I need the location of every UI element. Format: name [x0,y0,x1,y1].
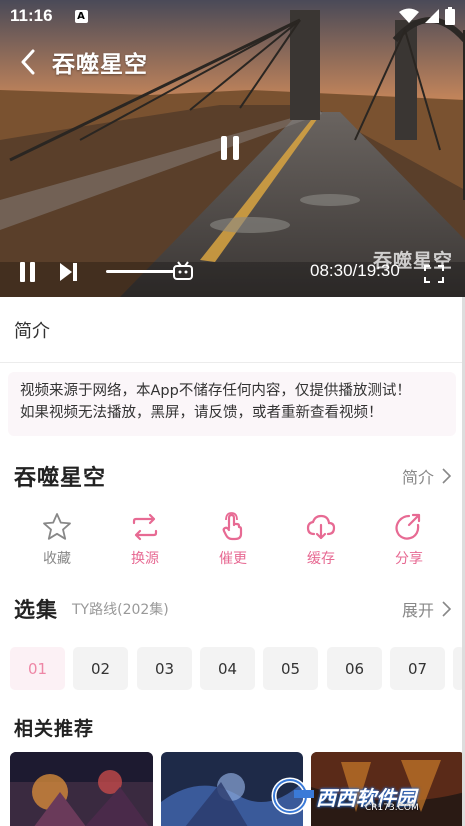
star-icon [43,513,71,540]
action-label: 分享 [395,551,423,567]
chevron-right-icon [442,601,451,617]
danmaku-icon[interactable] [172,261,194,281]
action-label: 催更 [219,551,247,567]
episode-button[interactable]: 04 [200,647,255,690]
episode-button[interactable]: 06 [327,647,382,690]
share-button[interactable]: 分享 [379,512,439,572]
episodes-header: 选集 TY路线(202集) 展开 [0,592,465,626]
battery-icon [445,7,455,25]
switch-icon [132,513,158,541]
episode-button[interactable]: 02 [73,647,128,690]
back-button[interactable] [6,40,50,84]
site-logo-icon [271,777,314,815]
pause-bar [30,262,35,282]
action-bar: 收藏 换源 催更 缓存 分享 [0,512,465,572]
fullscreen-icon[interactable] [424,265,444,283]
status-bar: 11:16 A [0,0,465,32]
show-intro-label: 简介 [401,468,434,487]
progress-bar[interactable] [106,270,174,273]
next-episode-icon[interactable] [58,261,78,283]
status-time: 11:16 [10,6,53,25]
player-controls: 08:30/19:30 [0,252,465,290]
expand-episodes-button[interactable]: 展开 [402,597,451,621]
episode-button[interactable]: 07 [390,647,445,690]
notification-icon: A [74,9,88,23]
notice-line: 如果视频无法播放，黑屏，请反馈，或者重新查看视频！ [20,405,383,421]
pause-bar [20,262,25,282]
expand-label: 展开 [401,601,434,620]
action-label: 缓存 [307,551,335,567]
center-pause-button[interactable] [221,136,243,162]
episodes-route: TY路线(202集) [72,602,169,618]
video-title: 吞噬星空 [52,52,148,78]
episode-button[interactable]: 05 [263,647,318,690]
episode-button[interactable]: 01 [10,647,65,690]
playback-time: 08:30/19:30 [310,261,400,280]
cache-button[interactable]: 缓存 [291,512,351,572]
favorite-button[interactable]: 收藏 [27,512,87,572]
wifi-icon [399,8,419,23]
episodes-title: 选集 [14,598,58,622]
pause-bar [233,136,239,160]
thumbnail-image [10,752,153,826]
notice-line: 视频来源于网络，本App不储存任何内容，仅提供播放测试！ [20,383,411,399]
show-intro-link[interactable]: 简介 [402,464,451,488]
site-url: CR173.COM [365,803,419,813]
hand-icon [222,512,243,541]
recommend-title: 相关推荐 [14,718,95,740]
video-player[interactable]: 11:16 A 吞噬星空 吞噬星空 08:30/19:30 [0,0,465,297]
switch-source-button[interactable]: 换源 [115,512,175,572]
signal-icon [425,9,439,23]
action-label: 收藏 [43,551,71,567]
episode-list: 01 02 03 04 05 06 07 [10,647,465,691]
action-label: 换源 [131,551,159,567]
episode-button[interactable]: 03 [137,647,192,690]
recommend-thumbnail[interactable] [10,752,153,826]
disclaimer-notice: 视频来源于网络，本App不储存任何内容，仅提供播放测试！ 如果视频无法播放，黑屏… [8,372,456,436]
chevron-left-icon [21,49,35,75]
player-top-bar: 吞噬星空 [0,40,465,84]
status-icons [399,7,455,25]
pause-bar [221,136,227,160]
tab-intro[interactable]: 简介 [0,297,465,363]
share-icon [395,513,421,540]
chevron-right-icon [442,468,451,484]
urge-update-button[interactable]: 催更 [203,512,263,572]
site-watermark: 西西软件园 CR173.COM [270,776,450,816]
show-header: 吞噬星空 简介 [0,456,465,496]
pause-button[interactable] [20,262,38,282]
cloud-download-icon [306,514,336,540]
show-title: 吞噬星空 [14,466,107,491]
